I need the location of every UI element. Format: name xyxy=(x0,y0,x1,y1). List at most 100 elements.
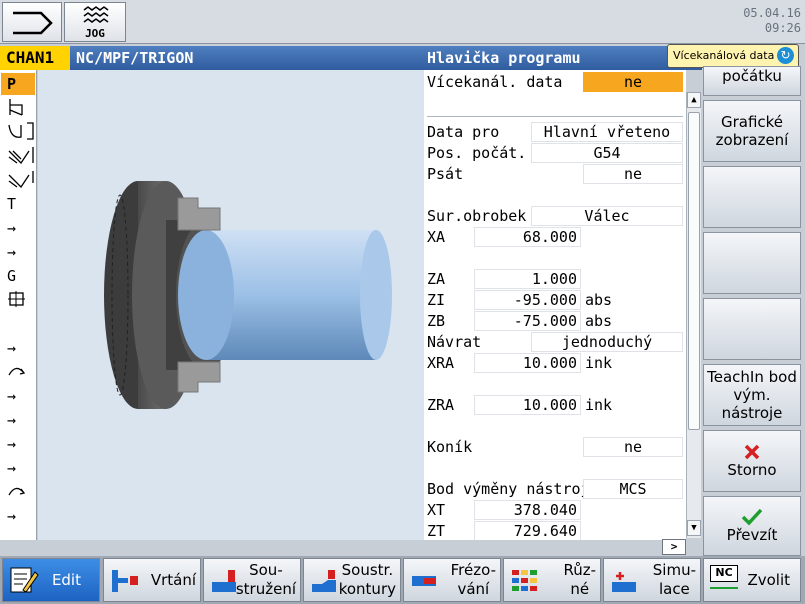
softkey-empty-1[interactable] xyxy=(703,166,801,228)
date-text: 05.04.16 xyxy=(743,6,801,20)
softkey-teachin[interactable]: TeachIn bod vým. nástroje xyxy=(703,364,801,426)
softkey-graphic-line1: Grafické xyxy=(720,113,784,131)
write-field[interactable]: ne xyxy=(583,164,683,184)
zt-field[interactable]: 729.640 xyxy=(474,521,581,540)
program-header-form: Vícekanál. data ne Data pro Hlavní vřete… xyxy=(424,70,686,540)
scroll-up-icon[interactable]: ▲ xyxy=(687,92,701,108)
vertical-scrollbar[interactable]: ▲ ▼ xyxy=(686,92,701,538)
xra-label: XRA xyxy=(427,354,455,372)
simulation-button[interactable]: Simu- lace xyxy=(603,558,701,602)
turning-button[interactable]: Sou- stružení xyxy=(203,558,301,602)
zi-field[interactable]: -95.000 xyxy=(474,290,581,310)
strip-arrow-6[interactable]: → xyxy=(1,433,35,455)
face-icon[interactable] xyxy=(1,97,35,119)
close-icon xyxy=(744,444,760,460)
zero-offset-field[interactable]: G54 xyxy=(531,143,683,163)
data-for-field[interactable]: Hlavní vřeteno xyxy=(531,122,683,142)
milling-icon xyxy=(412,576,436,586)
jog-label: JOG xyxy=(85,27,105,40)
multichannel-field[interactable]: ne xyxy=(583,72,683,92)
drilling-button[interactable]: Vrtání xyxy=(103,558,201,602)
strip-arrow-3[interactable]: → xyxy=(1,337,35,359)
turning-label: Sou- stružení xyxy=(236,561,296,599)
contour-label-2: kontury xyxy=(338,580,396,598)
zb-unit: abs xyxy=(585,312,613,330)
strip-item-g[interactable]: G xyxy=(1,265,35,287)
zb-field[interactable]: -75.000 xyxy=(474,311,581,331)
select-button[interactable]: NC Zvolit xyxy=(703,558,801,602)
turning-label-1: Sou- xyxy=(249,561,283,579)
accept-button[interactable]: Převzít xyxy=(703,496,801,556)
simulation-icon xyxy=(612,572,636,592)
multichannel-badge[interactable]: Vícekanálová data ↻ xyxy=(667,44,799,68)
milling-label-1: Frézo- xyxy=(450,561,496,579)
strip-item-t[interactable]: T xyxy=(1,193,35,215)
scroll-down-icon[interactable]: ▼ xyxy=(687,520,701,536)
back-arrow-icon xyxy=(13,11,53,35)
xra-field[interactable]: 10.000 xyxy=(474,353,581,373)
jog-mode-button[interactable]: JOG xyxy=(64,2,126,42)
milling-label-2: vání xyxy=(457,580,490,598)
back-button[interactable] xyxy=(2,2,62,42)
tailstock-field[interactable]: ne xyxy=(583,437,683,457)
toolchange-label: Bod výměny nástroje xyxy=(427,480,599,498)
divider xyxy=(427,116,683,117)
stock-removal-icon[interactable] xyxy=(1,145,35,167)
milling-button[interactable]: Frézo- vání xyxy=(403,558,501,602)
contour-turning-button[interactable]: Soustr. kontury xyxy=(303,558,401,602)
nc-icon: NC xyxy=(710,565,738,595)
zra-label: ZRA xyxy=(427,396,455,414)
softkey-teachin-line2: vým. nástroje xyxy=(721,386,783,422)
blank-label: Sur.obrobek xyxy=(427,207,527,225)
softkey-empty-2[interactable] xyxy=(703,232,801,294)
softkey-origin[interactable]: počátku xyxy=(703,66,801,96)
strip-arrow-4[interactable]: → xyxy=(1,385,35,407)
scroll-right-button[interactable]: > xyxy=(662,539,686,555)
drilling-label: Vrtání xyxy=(150,571,196,589)
time-text: 09:26 xyxy=(764,21,801,35)
simulation-label: Simu- lace xyxy=(653,561,696,599)
xa-field[interactable]: 68.000 xyxy=(474,227,581,247)
strip-arrow-2[interactable]: → xyxy=(1,241,35,263)
scroll-thumb[interactable] xyxy=(688,112,700,430)
cancel-button[interactable]: Storno xyxy=(703,430,801,492)
residual-icon[interactable] xyxy=(1,169,35,191)
blank-field[interactable]: Válec xyxy=(531,206,683,226)
workpiece-preview xyxy=(38,70,424,540)
multichannel-badge-label: Vícekanálová data xyxy=(673,49,775,62)
za-field[interactable]: 1.000 xyxy=(474,269,581,289)
zt-label: ZT xyxy=(427,522,446,540)
strip-arrow-8[interactable]: → xyxy=(1,505,35,527)
retract-field[interactable]: jednoduchý xyxy=(531,332,683,352)
jog-icon xyxy=(83,6,109,23)
softkey-graphic[interactable]: Grafické zobrazení xyxy=(703,100,801,162)
left-toolstrip: P T → → G → → → → → → xyxy=(0,70,37,540)
drilling-icon xyxy=(112,570,138,592)
zi-label: ZI xyxy=(427,291,446,309)
strip-arrow-7[interactable]: → xyxy=(1,457,35,479)
arc-icon[interactable] xyxy=(1,361,35,383)
softkey-teachin-line1: TeachIn bod xyxy=(707,368,797,386)
xt-field[interactable]: 378.040 xyxy=(474,500,581,520)
contour-label: Soustr. kontury xyxy=(339,561,396,599)
zra-field[interactable]: 10.000 xyxy=(474,395,581,415)
multichannel-label: Vícekanál. data xyxy=(427,73,563,91)
turning-label-2: stružení xyxy=(235,580,296,598)
softkey-empty-3[interactable] xyxy=(703,298,801,360)
write-label: Psát xyxy=(427,165,464,183)
frame-icon[interactable] xyxy=(1,289,35,311)
groove-icon[interactable] xyxy=(1,121,35,143)
simulation-label-2: lace xyxy=(658,580,690,598)
edit-button[interactable]: Edit xyxy=(2,558,100,602)
misc-button[interactable]: Růz- né xyxy=(503,558,601,602)
edit-label: Edit xyxy=(51,571,81,589)
toolchange-field[interactable]: MCS xyxy=(583,479,683,499)
tailstock-label: Koník xyxy=(427,438,473,456)
contour-label-1: Soustr. xyxy=(341,561,394,579)
strip-arrow-5[interactable]: → xyxy=(1,409,35,431)
strip-arrow-1[interactable]: → xyxy=(1,217,35,239)
multichannel-icon: ↻ xyxy=(777,47,794,64)
strip-item-p[interactable]: P xyxy=(1,73,35,95)
xt-label: XT xyxy=(427,501,446,519)
arc-icon-2[interactable] xyxy=(1,481,35,503)
